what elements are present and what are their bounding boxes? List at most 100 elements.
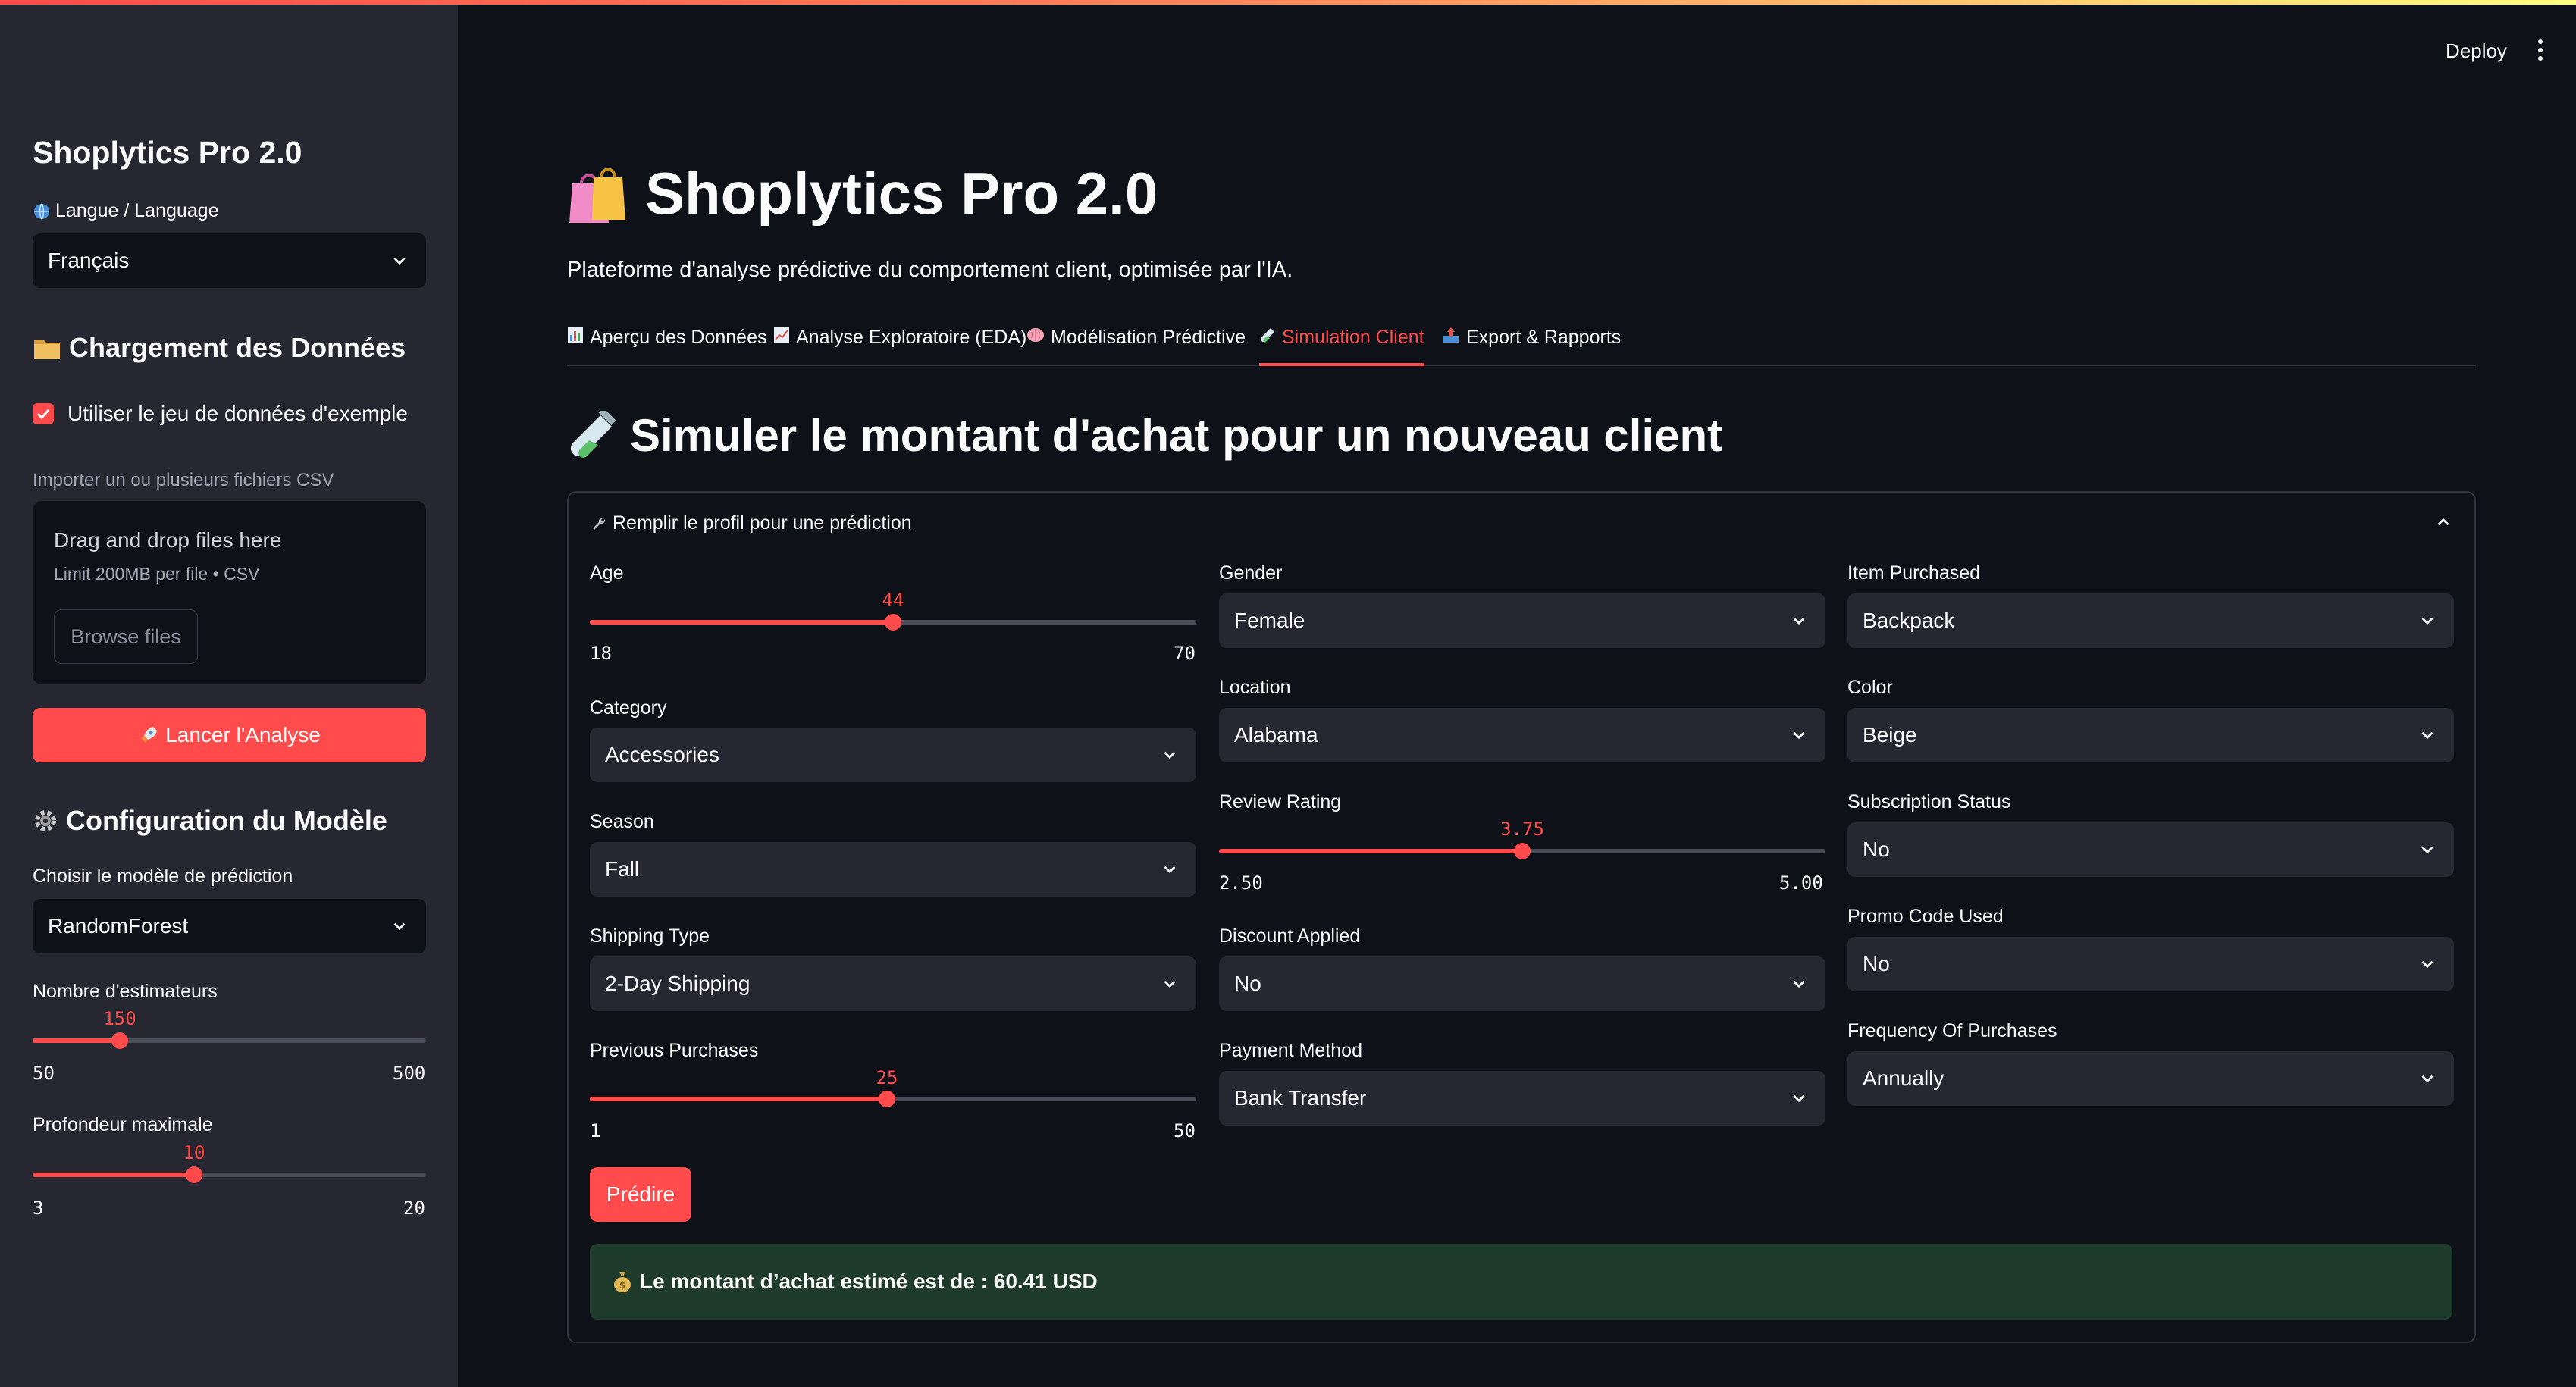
location-value: Alabama [1234, 723, 1318, 747]
chevron-down-icon [1164, 980, 1176, 988]
shipping-type-label: Shipping Type [590, 925, 710, 947]
location-select[interactable]: Alabama [1219, 708, 1825, 762]
subscription-status-select[interactable]: No [1847, 822, 2454, 877]
estimators-thumb[interactable] [111, 1032, 128, 1049]
review-rating-max: 5.00 [1779, 872, 1823, 894]
chevron-down-icon [1164, 866, 1176, 874]
upload-label: Importer un ou plusieurs fichiers CSV [33, 470, 334, 490]
folder-icon [34, 340, 60, 359]
location-label: Location [1219, 677, 1291, 698]
outbox-icon [1443, 327, 1459, 343]
main-menu-icon[interactable] [2537, 39, 2544, 62]
frequency-label: Frequency Of Purchases [1847, 1020, 2057, 1041]
tab-data-overview[interactable]: Aperçu des Données [567, 322, 766, 366]
payment-method-label: Payment Method [1219, 1040, 1362, 1061]
category-select[interactable]: Accessories [590, 728, 1196, 782]
max-depth-thumb[interactable] [186, 1166, 202, 1183]
previous-purchases-max: 50 [1174, 1120, 1196, 1141]
item-purchased-label: Item Purchased [1847, 562, 1981, 584]
section-title: Simuler le montant d'achat pour un nouve… [566, 409, 1722, 462]
tab-client-simulation[interactable]: Simulation Client [1259, 322, 1424, 366]
promo-code-value: No [1863, 952, 1890, 975]
promo-code-label: Promo Code Used [1847, 906, 2004, 927]
color-label: Color [1847, 677, 1893, 698]
language-select-value: Français [48, 249, 130, 272]
prediction-result: $ Le montant d’achat estimé est de : 60.… [590, 1244, 2452, 1320]
page-title: Shoplytics Pro 2.0 [566, 159, 1158, 228]
use-sample-checkbox[interactable] [33, 403, 54, 424]
chevron-down-icon [1164, 751, 1176, 759]
check-icon [36, 409, 50, 420]
chevron-down-icon [2421, 960, 2433, 969]
category-label: Category [590, 697, 667, 719]
estimators-max: 500 [393, 1063, 426, 1084]
expander-label: Remplir le profil pour une prédiction [613, 512, 912, 534]
chevron-down-icon [2421, 846, 2433, 854]
tab-eda[interactable]: Analyse Exploratoire (EDA) [773, 322, 1026, 366]
shopping-bags-icon [569, 168, 625, 223]
age-value: 44 [882, 590, 904, 611]
item-purchased-value: Backpack [1863, 609, 1955, 632]
promo-code-select[interactable]: No [1847, 937, 2454, 991]
tab-predictive-modeling[interactable]: Modélisation Prédictive [1026, 322, 1246, 366]
gender-label: Gender [1219, 562, 1283, 584]
previous-purchases-min: 1 [590, 1120, 601, 1141]
estimators-min: 50 [33, 1063, 55, 1084]
page-subtitle: Plateforme d'analyse prédictive du compo… [567, 258, 1293, 282]
test-tube-icon [1260, 328, 1274, 343]
payment-method-select[interactable]: Bank Transfer [1219, 1071, 1825, 1126]
chevron-down-icon [2421, 1075, 2433, 1083]
chevron-down-icon [1793, 617, 1805, 625]
shipping-type-select[interactable]: 2-Day Shipping [590, 956, 1196, 1011]
max-depth-value: 10 [183, 1142, 205, 1163]
model-select[interactable]: RandomForest [33, 899, 426, 953]
shipping-type-value: 2-Day Shipping [605, 972, 751, 995]
max-depth-min: 3 [33, 1198, 44, 1219]
gender-select[interactable]: Female [1219, 593, 1825, 648]
review-rating-thumb[interactable] [1514, 843, 1531, 859]
data-loading-title: Chargement des Données [69, 332, 406, 363]
discount-applied-select[interactable]: No [1219, 956, 1825, 1011]
line-chart-icon [774, 327, 789, 343]
language-select[interactable]: Français [33, 233, 426, 288]
run-analysis-label: Lancer l'Analyse [165, 723, 321, 747]
tab-bar: Aperçu des Données Analyse Exploratoire … [567, 322, 2476, 366]
tab-label: Simulation Client [1282, 327, 1424, 348]
season-select[interactable]: Fall [590, 842, 1196, 897]
chevron-up-icon[interactable] [2433, 512, 2453, 532]
dropzone-title: Drag and drop files here [54, 528, 282, 552]
predict-button[interactable]: Prédire [590, 1167, 691, 1222]
deploy-button[interactable]: Deploy [2446, 39, 2507, 63]
file-dropzone[interactable]: Drag and drop files here Limit 200MB per… [33, 501, 426, 684]
color-select[interactable]: Beige [1847, 708, 2454, 762]
chevron-down-icon [1793, 1094, 1805, 1103]
review-rating-label: Review Rating [1219, 791, 1342, 812]
review-rating-min: 2.50 [1219, 872, 1263, 894]
prediction-result-text: Le montant d’achat estimé est de : 60.41… [640, 1270, 1098, 1293]
model-label: Choisir le modèle de prédiction [33, 866, 293, 887]
expander-header[interactable]: Remplir le profil pour une prédiction [590, 512, 912, 534]
item-purchased-select[interactable]: Backpack [1847, 593, 2454, 648]
data-loading-heading: Chargement des Données [33, 332, 406, 364]
use-sample-label: Utiliser le jeu de données d'exemple [67, 402, 408, 425]
rocket-icon [141, 727, 158, 743]
season-value: Fall [605, 857, 640, 881]
sidebar: Shoplytics Pro 2.0 Langue / Language Fra… [0, 0, 458, 1387]
age-thumb[interactable] [885, 614, 901, 631]
frequency-select[interactable]: Annually [1847, 1051, 2454, 1106]
tab-label: Modélisation Prédictive [1051, 327, 1246, 348]
previous-purchases-label: Previous Purchases [590, 1040, 759, 1061]
previous-purchases-fill [590, 1097, 887, 1101]
subscription-status-label: Subscription Status [1847, 791, 2011, 812]
globe-icon [34, 202, 49, 220]
review-rating-fill [1219, 849, 1522, 853]
chevron-down-icon [1793, 980, 1805, 988]
previous-purchases-thumb[interactable] [879, 1091, 895, 1107]
top-decoration-bar [0, 0, 2576, 5]
run-analysis-button[interactable]: Lancer l'Analyse [33, 708, 426, 762]
money-bag-icon: $ [614, 1272, 631, 1292]
browse-files-button[interactable]: Browse files [54, 609, 198, 664]
season-label: Season [590, 811, 654, 832]
tab-export-reports[interactable]: Export & Rapports [1442, 322, 1621, 366]
subscription-status-value: No [1863, 838, 1890, 861]
